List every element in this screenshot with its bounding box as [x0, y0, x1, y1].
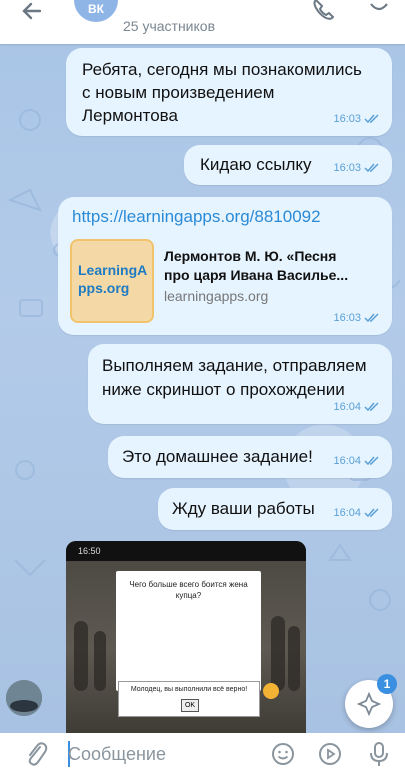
screenshot-dialog-text: Молодец, вы выполнили всё верно! — [130, 686, 248, 693]
message-bubble[interactable]: Это домашнее задание! 16:04 — [108, 436, 392, 478]
microphone-icon[interactable] — [367, 740, 391, 768]
scroll-down-button[interactable]: 1 — [345, 674, 397, 728]
message-time: 16:04 — [333, 455, 361, 467]
double-check-icon — [364, 114, 379, 124]
message-meta: 16:04 — [333, 450, 380, 472]
link-message-bubble[interactable]: https://learningapps.org/8810092 Learnin… — [58, 197, 392, 335]
preview-logo-text: LearningApps.org — [78, 262, 148, 296]
group-avatar[interactable]: ВК — [74, 0, 118, 22]
double-check-icon — [364, 508, 379, 518]
link-preview-image[interactable]: LearningApps.org — [70, 239, 154, 323]
emoji-icon[interactable] — [270, 741, 296, 767]
message-bubble[interactable]: Кидаю ссылку 16:03 — [184, 145, 392, 185]
message-time: 16:03 — [333, 113, 361, 125]
members-count: 25 участников — [123, 18, 216, 34]
double-check-icon — [364, 402, 379, 412]
message-bubble[interactable]: Жду ваши работы 16:04 — [158, 488, 392, 530]
screenshot-question-card: Чего больше всего боится жена купца? — [116, 571, 261, 691]
double-check-icon — [364, 163, 379, 173]
video-message-icon[interactable] — [317, 741, 343, 767]
link-preview-title[interactable]: Лермонтов М. Ю. «Песня про царя Ивана Ва… — [164, 247, 364, 285]
message-time: 16:04 — [333, 401, 361, 413]
screenshot-question: Чего больше всего боится жена купца? — [129, 580, 248, 600]
message-meta: 16:04 — [333, 502, 380, 524]
message-link[interactable]: https://learningapps.org/8810092 — [72, 206, 392, 228]
double-check-icon — [364, 313, 379, 323]
chat-header: ВК 25 участников — [0, 0, 405, 44]
link-preview-site: learningapps.org — [164, 288, 269, 304]
message-text: Выполняем задание, отправляем ниже скрин… — [102, 356, 367, 399]
screenshot-status-time: 16:50 — [78, 546, 101, 556]
message-meta: 16:04 — [333, 396, 380, 418]
message-time: 16:04 — [333, 507, 361, 519]
screenshot-image-message[interactable]: 16:50 Чего больше всего боится жена купц… — [66, 541, 306, 736]
message-time: 16:03 — [333, 162, 361, 174]
message-meta: 16:03 — [333, 108, 380, 130]
screenshot-ok-button: OK — [181, 699, 199, 712]
unread-badge: 1 — [377, 674, 397, 694]
message-bubble[interactable]: Ребята, сегодня мы познакомились с новым… — [66, 48, 392, 136]
message-input[interactable] — [68, 742, 258, 766]
more-icon[interactable] — [366, 0, 392, 22]
screenshot-dialog: Молодец, вы выполнили всё верно! OK — [118, 681, 260, 717]
attach-icon[interactable] — [24, 741, 48, 767]
message-meta: 16:03 — [333, 157, 380, 179]
avatar-photo — [6, 680, 42, 716]
double-check-icon — [364, 456, 379, 466]
message-bubble[interactable]: Выполняем задание, отправляем ниже скрин… — [88, 344, 392, 424]
screenshot-status-bar: 16:50 — [66, 541, 306, 561]
back-arrow-icon[interactable] — [20, 0, 46, 24]
message-time: 16:03 — [333, 312, 361, 324]
message-text: Ребята, сегодня мы познакомились с новым… — [82, 60, 362, 125]
message-input-bar — [0, 733, 405, 775]
message-meta: 16:03 — [333, 307, 380, 329]
phone-icon[interactable] — [310, 0, 336, 22]
sender-avatar[interactable] — [6, 680, 42, 716]
group-avatar-initials: ВК — [88, 2, 104, 16]
